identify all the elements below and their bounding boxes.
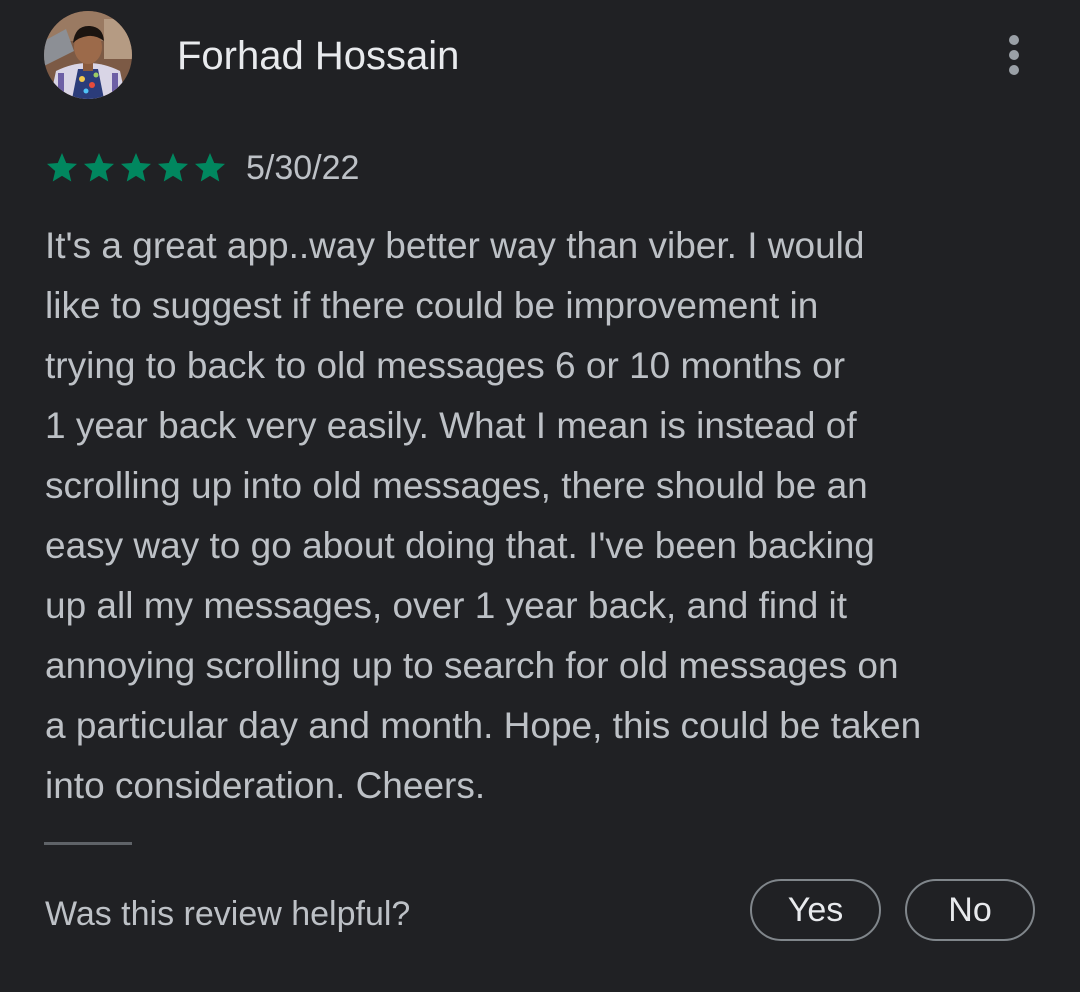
review-text-line: It's a great app..way better way than vi…: [45, 225, 865, 266]
star-icon: [195, 153, 225, 182]
star-rating: [44, 150, 229, 186]
no-button[interactable]: No: [905, 879, 1035, 941]
star-icon: [158, 153, 188, 182]
more-options-button[interactable]: [993, 30, 1035, 80]
reviewer-name: Forhad Hossain: [177, 34, 460, 78]
review-text-line: 1 year back very easily. What I mean is …: [45, 405, 857, 446]
divider: [44, 842, 132, 845]
review-text-line: a particular day and month. Hope, this c…: [45, 705, 922, 746]
review-text-line: like to suggest if there could be improv…: [45, 285, 819, 326]
review-text-line: up all my messages, over 1 year back, an…: [45, 585, 848, 626]
rating-row: 5/30/22: [44, 146, 359, 190]
review-text-line: easy way to go about doing that. I've be…: [45, 525, 875, 566]
review-text-line: trying to back to old messages 6 or 10 m…: [45, 345, 846, 386]
star-icon: [84, 153, 114, 182]
helpful-prompt: Was this review helpful?: [45, 895, 411, 933]
star-icon: [121, 153, 151, 182]
more-vert-icon: [1009, 35, 1019, 75]
review-text-line: annoying scrolling up to search for old …: [45, 645, 899, 686]
reviewer-avatar: [44, 11, 132, 99]
review-text-line: into consideration. Cheers.: [45, 765, 486, 806]
review-text-line: scrolling up into old messages, there sh…: [45, 465, 868, 506]
review-date: 5/30/22: [246, 149, 360, 187]
star-icon: [47, 153, 77, 182]
yes-button[interactable]: Yes: [750, 879, 881, 941]
review-text: It's a great app..way better way than vi…: [45, 216, 1045, 816]
